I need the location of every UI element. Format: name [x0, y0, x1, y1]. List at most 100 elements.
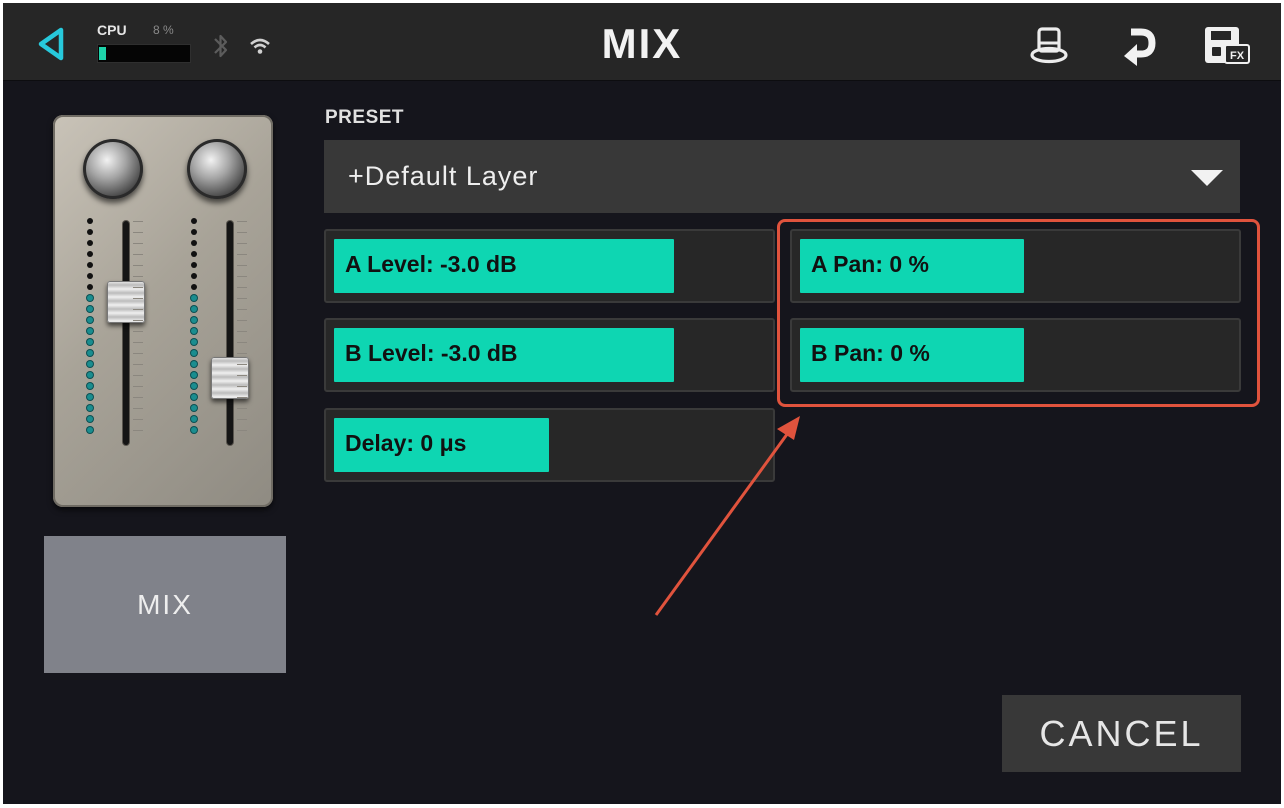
- led-dot: [191, 361, 197, 367]
- fader-tick: [237, 265, 247, 266]
- fader-tick: [237, 408, 247, 409]
- led-dot: [191, 427, 197, 433]
- led-dot: [191, 262, 197, 268]
- fader-tick: [133, 320, 143, 321]
- save-fx-button[interactable]: FX: [1199, 23, 1257, 69]
- fader-tick: [133, 265, 143, 266]
- led-dot: [87, 251, 93, 257]
- chevron-down-icon: [1191, 170, 1223, 186]
- led-dot: [87, 306, 93, 312]
- fader-tick: [237, 254, 247, 255]
- preset-dropdown[interactable]: +Default Layer: [324, 140, 1240, 213]
- led-dot: [87, 427, 93, 433]
- led-dot: [191, 273, 197, 279]
- led-dot: [87, 262, 93, 268]
- led-dot: [87, 240, 93, 246]
- led-dot: [87, 361, 93, 367]
- fader-tick: [133, 397, 143, 398]
- led-dot: [191, 218, 197, 224]
- fader-tick: [237, 298, 247, 299]
- led-dot: [191, 383, 197, 389]
- fader-tick: [237, 397, 247, 398]
- preset-value: +Default Layer: [348, 161, 539, 191]
- preset-label: PRESET: [325, 107, 405, 128]
- fader-tick: [237, 320, 247, 321]
- fader-tick: [133, 353, 143, 354]
- top-hat-icon: [1030, 27, 1068, 64]
- fader-tick: [133, 386, 143, 387]
- fader-tick: [237, 287, 247, 288]
- fader-tick: [133, 309, 143, 310]
- fader-tick: [133, 243, 143, 244]
- led-dot: [191, 372, 197, 378]
- led-dot: [191, 416, 197, 422]
- top-bar: CPU 8 % MIX FX: [3, 3, 1281, 81]
- fader-tick: [237, 419, 247, 420]
- fader-tick: [133, 287, 143, 288]
- led-dot: [87, 218, 93, 224]
- fader-tick: [237, 364, 247, 365]
- param-label: A Level: -3.0 dB: [345, 251, 517, 277]
- cancel-button[interactable]: CANCEL: [1002, 695, 1241, 772]
- led-dot: [191, 317, 197, 323]
- fader-tick: [133, 364, 143, 365]
- led-dot: [191, 295, 197, 301]
- fader-tick: [133, 276, 143, 277]
- led-dot: [87, 350, 93, 356]
- led-dot: [87, 372, 93, 378]
- return-button[interactable]: [1115, 24, 1159, 68]
- param-b-level[interactable]: B Level: -3.0 dB: [324, 318, 775, 392]
- fader-tick: [133, 342, 143, 343]
- return-arrow-icon: [1124, 28, 1156, 66]
- knob-right-icon: [187, 139, 247, 199]
- fader-track-right: [227, 221, 233, 445]
- fader-tick: [133, 254, 143, 255]
- led-dot: [87, 383, 93, 389]
- led-dot: [191, 240, 197, 246]
- fader-tick: [237, 309, 247, 310]
- fader-track-left: [123, 221, 129, 445]
- led-dot: [191, 251, 197, 257]
- led-dot: [87, 273, 93, 279]
- led-dot: [87, 416, 93, 422]
- led-dot: [87, 317, 93, 323]
- svg-text:FX: FX: [1230, 50, 1245, 62]
- led-dot: [191, 284, 197, 290]
- knob-left-icon: [83, 139, 143, 199]
- led-dot: [191, 394, 197, 400]
- led-dot: [191, 339, 197, 345]
- led-dot: [87, 394, 93, 400]
- fader-tick: [133, 430, 143, 431]
- led-dot: [87, 295, 93, 301]
- mix-block-button[interactable]: MIX: [44, 536, 286, 673]
- param-a-level[interactable]: A Level: -3.0 dB: [324, 229, 775, 303]
- fader-tick: [133, 375, 143, 376]
- fader-tick: [237, 232, 247, 233]
- fader-tick: [237, 386, 247, 387]
- fader-tick: [133, 232, 143, 233]
- fader-tick: [237, 331, 247, 332]
- fader-tick: [133, 298, 143, 299]
- tone-wizard-button[interactable]: [1027, 24, 1071, 68]
- param-label: Delay: 0 μs: [345, 430, 467, 456]
- fx-save-icon: FX: [1205, 27, 1250, 64]
- fader-tick: [133, 419, 143, 420]
- led-dot: [191, 328, 197, 334]
- led-dot: [87, 405, 93, 411]
- fader-tick: [133, 221, 143, 222]
- led-dot: [191, 229, 197, 235]
- fader-tick: [237, 243, 247, 244]
- fader-tick: [237, 342, 247, 343]
- led-dot: [87, 284, 93, 290]
- mix-screen: CPU 8 % MIX FX MIX PRESET +Default Layer…: [3, 3, 1281, 804]
- annotation-highlight-box: [777, 219, 1260, 407]
- led-dot: [191, 405, 197, 411]
- param-label: B Level: -3.0 dB: [345, 340, 518, 366]
- led-dot: [191, 306, 197, 312]
- led-dot: [87, 229, 93, 235]
- param-delay[interactable]: Delay: 0 μs: [324, 408, 775, 482]
- fader-tick: [133, 331, 143, 332]
- fader-tick: [237, 430, 247, 431]
- led-dot: [191, 350, 197, 356]
- fader-tick: [133, 408, 143, 409]
